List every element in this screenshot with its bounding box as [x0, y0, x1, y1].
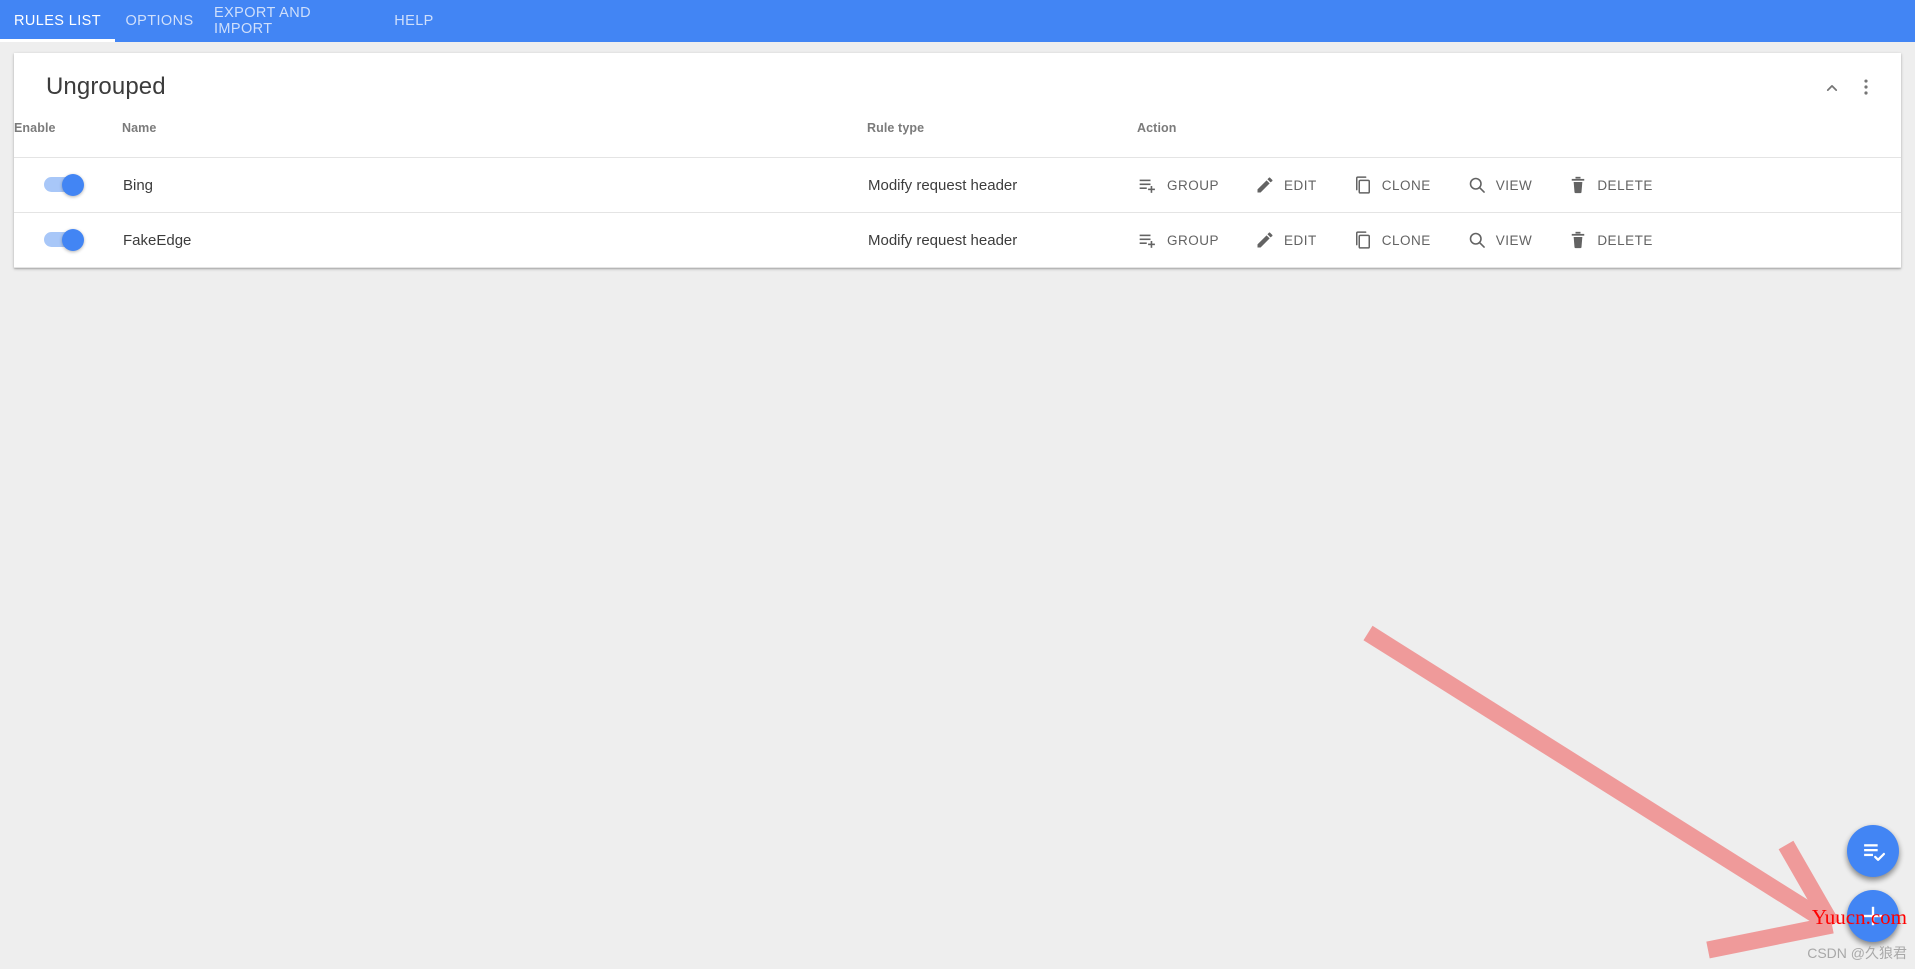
tab-rules-list[interactable]: RULES LIST — [0, 0, 115, 42]
group-button-label: GROUP — [1167, 232, 1220, 248]
trash-icon — [1568, 175, 1588, 195]
delete-button-label: DELETE — [1597, 177, 1653, 193]
rules-table: Enable Name Rule type Action Bing Modify… — [14, 121, 1901, 268]
view-button-label: VIEW — [1495, 177, 1533, 193]
pencil-icon — [1255, 175, 1275, 195]
group-more-options-button[interactable] — [1849, 70, 1883, 104]
delete-button-label: DELETE — [1597, 232, 1653, 248]
chevron-up-icon — [1821, 76, 1843, 98]
view-button-label: VIEW — [1495, 232, 1533, 248]
group-button[interactable]: GROUP — [1138, 175, 1219, 195]
table-row: FakeEdge Modify request header GROUP EDI… — [14, 212, 1901, 268]
select-all-fab[interactable] — [1847, 825, 1899, 877]
rule-enable-toggle[interactable] — [44, 228, 84, 251]
rule-enable-toggle[interactable] — [44, 173, 84, 196]
enable-cell — [14, 213, 122, 268]
column-header-name: Name — [122, 121, 157, 135]
top-navigation-bar: RULES LIST OPTIONS EXPORT AND IMPORT HEL… — [0, 0, 1915, 42]
more-vertical-icon — [1855, 76, 1877, 98]
rule-actions-cell: GROUP EDIT CLONE VIEW DELETE — [1137, 158, 1901, 213]
tab-options-label: OPTIONS — [125, 13, 194, 29]
trash-icon — [1568, 230, 1588, 250]
playlist-check-icon — [1861, 839, 1886, 864]
search-icon — [1467, 175, 1487, 195]
collapse-group-button[interactable] — [1815, 70, 1849, 104]
delete-button[interactable]: DELETE — [1568, 230, 1653, 250]
edit-button-label: EDIT — [1284, 177, 1317, 193]
toggle-thumb — [62, 228, 84, 251]
rule-group-header: Ungrouped — [14, 53, 1901, 121]
toggle-thumb — [62, 173, 84, 196]
rule-name-cell: FakeEdge — [123, 231, 192, 249]
playlist-add-icon — [1138, 230, 1158, 250]
playlist-add-icon — [1138, 175, 1158, 195]
enable-cell — [14, 158, 122, 213]
clone-button-label: CLONE — [1381, 177, 1431, 193]
rules-table-body: Bing Modify request header GROUP EDIT CL… — [14, 157, 1901, 268]
rule-type-cell: Modify request header — [868, 231, 1018, 249]
tab-options[interactable]: OPTIONS — [115, 0, 204, 42]
clone-button[interactable]: CLONE — [1353, 175, 1431, 195]
view-button[interactable]: VIEW — [1467, 175, 1533, 195]
clone-button-label: CLONE — [1381, 232, 1431, 248]
copy-icon — [1353, 230, 1373, 250]
edit-button[interactable]: EDIT — [1255, 175, 1317, 195]
site-watermark: Yuucn.com — [1811, 905, 1907, 929]
rule-name-cell: Bing — [123, 176, 154, 194]
tab-rules-list-label: RULES LIST — [14, 13, 101, 29]
rule-group-card: Ungrouped Enable Name Rule type Action B… — [14, 53, 1901, 268]
column-header-rule-type: Rule type — [867, 121, 925, 135]
rules-table-header: Enable Name Rule type Action — [14, 121, 1901, 158]
column-header-action: Action — [1137, 121, 1177, 135]
rule-type-cell: Modify request header — [868, 176, 1018, 194]
copy-icon — [1353, 175, 1373, 195]
group-button-label: GROUP — [1167, 177, 1220, 193]
tab-help[interactable]: HELP — [374, 0, 454, 42]
tab-help-label: HELP — [394, 13, 434, 29]
view-button[interactable]: VIEW — [1467, 230, 1533, 250]
edit-button-label: EDIT — [1284, 232, 1317, 248]
group-button[interactable]: GROUP — [1138, 230, 1219, 250]
edit-button[interactable]: EDIT — [1255, 230, 1317, 250]
table-row: Bing Modify request header GROUP EDIT CL… — [14, 157, 1901, 213]
rule-actions-cell: GROUP EDIT CLONE VIEW DELETE — [1137, 213, 1901, 268]
column-header-enable: Enable — [14, 121, 56, 135]
table-header-row: Enable Name Rule type Action — [14, 121, 1901, 158]
group-title: Ungrouped — [46, 73, 166, 100]
search-icon — [1467, 230, 1487, 250]
pencil-icon — [1255, 230, 1275, 250]
clone-button[interactable]: CLONE — [1353, 230, 1431, 250]
tab-export-and-import[interactable]: EXPORT AND IMPORT — [204, 0, 374, 42]
tab-export-and-import-label: EXPORT AND IMPORT — [214, 5, 311, 37]
author-watermark: CSDN @久狼君 — [1807, 945, 1907, 961]
delete-button[interactable]: DELETE — [1568, 175, 1653, 195]
